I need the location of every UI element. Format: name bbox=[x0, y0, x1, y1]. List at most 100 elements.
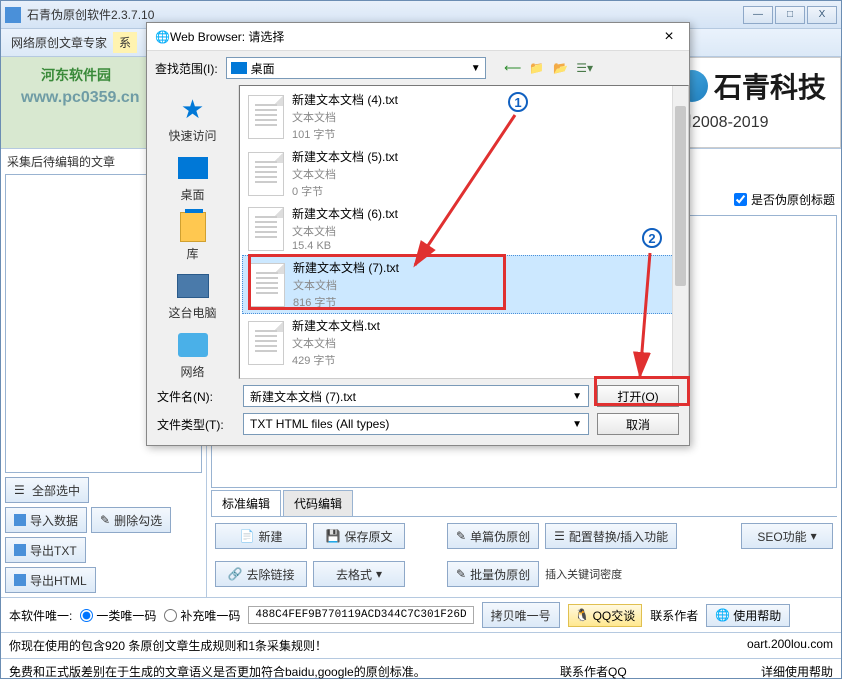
dialog-globe-icon: 🌐 bbox=[155, 30, 170, 44]
new-icon: 📄 bbox=[240, 529, 255, 543]
save-button[interactable]: 💾保存原文 bbox=[313, 523, 405, 549]
import-button[interactable]: 导入数据 bbox=[5, 507, 87, 533]
dropdown-arrow-icon: ▾ bbox=[811, 529, 817, 543]
up-icon[interactable]: 📁 bbox=[528, 59, 546, 77]
file-size: 0 字节 bbox=[292, 183, 398, 199]
filetype-label: 文件类型(T): bbox=[157, 416, 235, 433]
place-thispc[interactable]: 这台电脑 bbox=[147, 266, 238, 325]
place-quick-label: 快速访问 bbox=[168, 127, 216, 144]
new-button[interactable]: 📄新建 bbox=[215, 523, 307, 549]
company-years: 司2008-2019 bbox=[676, 108, 826, 132]
detailed-help-link[interactable]: 详细使用帮助 bbox=[761, 663, 833, 680]
close-button[interactable]: X bbox=[807, 6, 837, 24]
place-thispc-label: 这台电脑 bbox=[168, 304, 216, 321]
filename-label: 文件名(N): bbox=[157, 388, 235, 405]
copy-uid-button[interactable]: 拷贝唯一号 bbox=[482, 602, 560, 628]
place-library[interactable]: 库 bbox=[147, 207, 238, 266]
export-html-button[interactable]: 导出HTML bbox=[5, 567, 96, 593]
remove-format-button[interactable]: 去格式▾ bbox=[313, 561, 405, 587]
help-icon: 🌐 bbox=[715, 608, 730, 622]
export-txt-label: 导出TXT bbox=[30, 542, 77, 559]
editor-tabs: 标准编辑 代码编辑 bbox=[211, 490, 837, 517]
filename-input[interactable]: 新建文本文档 (7).txt ▼ bbox=[243, 385, 589, 407]
view-icon[interactable]: ☰▾ bbox=[576, 59, 594, 77]
single-fake-button[interactable]: ✎单篇伪原创 bbox=[447, 523, 539, 549]
select-all-button[interactable]: ☰全部选中 bbox=[5, 477, 89, 503]
place-network[interactable]: 网络 bbox=[147, 325, 238, 384]
filetype-combo[interactable]: TXT HTML files (All types) ▼ bbox=[243, 413, 589, 435]
file-size: 816 字节 bbox=[293, 294, 399, 310]
qq-chat-button[interactable]: 🐧QQ交谈 bbox=[568, 604, 643, 627]
file-type: 文本文档 bbox=[292, 335, 380, 351]
file-name: 新建文本文档 (7).txt bbox=[293, 259, 399, 276]
qq-icon: 🐧 bbox=[575, 608, 590, 622]
batch-fake-button[interactable]: ✎批量伪原创 bbox=[447, 561, 539, 587]
combo-arrow-icon: ▼ bbox=[471, 63, 481, 74]
config-replace-button[interactable]: ☰配置替换/插入功能 bbox=[545, 523, 677, 549]
uid-label: 本软件唯一: bbox=[9, 607, 72, 624]
seo-label: SEO功能 bbox=[757, 528, 806, 545]
remove-link-button[interactable]: 🔗去除链接 bbox=[215, 561, 307, 587]
callout-2: 2 bbox=[642, 228, 662, 248]
brand-logo: 石青科技 bbox=[676, 66, 826, 106]
place-quick-access[interactable]: ★ 快速访问 bbox=[147, 89, 238, 148]
place-library-label: 库 bbox=[186, 245, 198, 262]
export-html-label: 导出HTML bbox=[30, 572, 87, 589]
arrow-2 bbox=[620, 248, 670, 391]
website-link[interactable]: oart.200lou.com bbox=[747, 637, 833, 651]
watermark-url: www.pc0359.cn bbox=[21, 89, 140, 107]
tab-code[interactable]: 代码编辑 bbox=[283, 490, 353, 516]
version-diff-info: 免费和正式版差别在于生成的文章语义是否更加符合baidu,google的原创标准… bbox=[9, 663, 426, 680]
dialog-title: Web Browser: 请选择 bbox=[170, 28, 657, 45]
menu-item-2[interactable]: 系 bbox=[113, 32, 137, 53]
file-list-scrollbar[interactable] bbox=[672, 86, 688, 378]
delete-label: 删除勾选 bbox=[114, 512, 162, 529]
arrow-1 bbox=[400, 110, 530, 283]
seo-button[interactable]: SEO功能 ▾ bbox=[741, 523, 833, 549]
help-button[interactable]: 🌐使用帮助 bbox=[706, 604, 790, 627]
statusbar-2: 你现在使用的包含920 条原创文章生成规则和1条采集规则！ oart.200lo… bbox=[1, 632, 841, 658]
uid-value[interactable]: 488C4FEF9B770119ACD344C7C301F26D bbox=[248, 606, 473, 624]
txt-file-icon bbox=[249, 263, 285, 307]
network-icon bbox=[178, 333, 208, 357]
keyword-density-label: 插入关键词密度 bbox=[545, 566, 622, 582]
contact-author-text: 联系作者 bbox=[650, 607, 698, 624]
new-folder-icon[interactable]: 📂 bbox=[552, 59, 570, 77]
scrollbar-thumb[interactable] bbox=[675, 106, 686, 286]
tab-standard[interactable]: 标准编辑 bbox=[211, 490, 281, 516]
dropdown-arrow-icon: ▾ bbox=[376, 567, 382, 581]
brand-name: 石青科技 bbox=[714, 66, 826, 106]
remove-link-label: 去除链接 bbox=[246, 566, 294, 583]
combo-arrow-icon: ▼ bbox=[572, 391, 582, 402]
contact-qq-label[interactable]: 联系作者QQ bbox=[560, 663, 627, 680]
file-type: 文本文档 bbox=[292, 166, 398, 182]
desktop-icon bbox=[231, 62, 247, 74]
maximize-button[interactable]: □ bbox=[775, 6, 805, 24]
filename-value: 新建文本文档 (7).txt bbox=[250, 388, 356, 405]
dialog-close-button[interactable]: × bbox=[657, 28, 681, 46]
file-type: 文本文档 bbox=[292, 223, 398, 239]
fake-title-check[interactable] bbox=[734, 193, 747, 206]
batch-fake-label: 批量伪原创 bbox=[470, 566, 530, 583]
file-size: 15.4 KB bbox=[292, 240, 398, 252]
callout-1: 1 bbox=[508, 92, 528, 112]
menu-item-1[interactable]: 网络原创文章专家 bbox=[5, 32, 113, 53]
file-name: 新建文本文档 (4).txt bbox=[292, 91, 398, 108]
back-icon[interactable]: ⟵ bbox=[504, 59, 522, 77]
export-txt-button[interactable]: 导出TXT bbox=[5, 537, 86, 563]
fake-title-label: 是否伪原创标题 bbox=[751, 191, 835, 208]
file-size: 429 字节 bbox=[292, 352, 380, 368]
radio-uid-1[interactable]: 一类唯一码 bbox=[80, 607, 156, 624]
lookin-combo[interactable]: 桌面 ▼ bbox=[226, 57, 486, 79]
place-desktop[interactable]: 桌面 bbox=[147, 148, 238, 207]
lookin-label: 查找范围(I): bbox=[155, 60, 218, 77]
delete-selected-button[interactable]: ✎删除勾选 bbox=[91, 507, 171, 533]
star-icon: ★ bbox=[181, 94, 204, 125]
fake-title-checkbox[interactable]: 是否伪原创标题 bbox=[734, 191, 835, 208]
cancel-button[interactable]: 取消 bbox=[597, 413, 679, 435]
config-icon: ☰ bbox=[554, 529, 565, 543]
minimize-button[interactable]: — bbox=[743, 6, 773, 24]
filetype-value: TXT HTML files (All types) bbox=[250, 417, 389, 431]
radio-uid-2[interactable]: 补充唯一码 bbox=[164, 607, 240, 624]
select-all-label: 全部选中 bbox=[32, 482, 80, 499]
